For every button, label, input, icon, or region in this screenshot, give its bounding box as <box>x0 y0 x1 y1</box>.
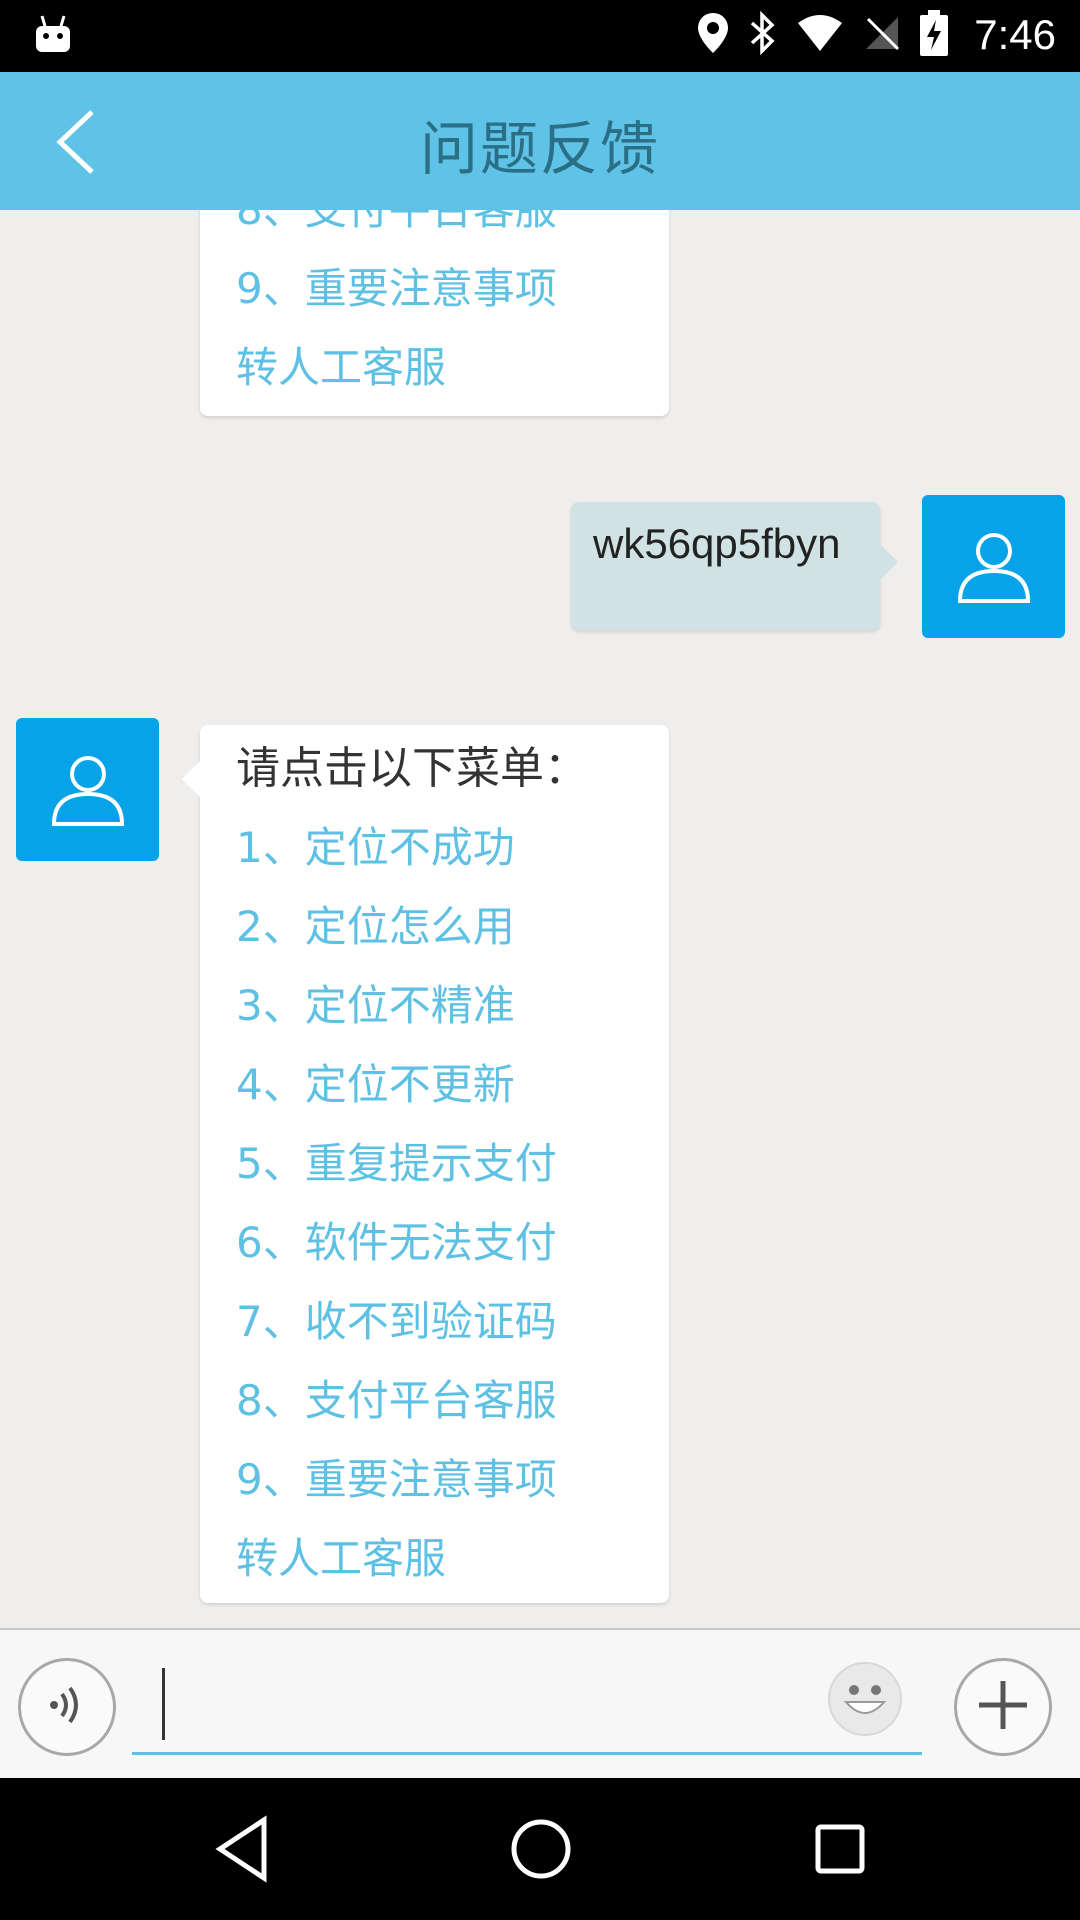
menu-item[interactable]: 8、支付平台客服 <box>200 210 669 249</box>
menu-item[interactable]: 2、定位怎么用 <box>200 887 669 966</box>
home-circle-icon <box>508 1819 574 1888</box>
battery-charging-icon <box>920 10 949 60</box>
back-triangle-icon <box>214 1815 270 1888</box>
menu-item[interactable]: 5、重复提示支付 <box>200 1124 669 1203</box>
bluetooth-icon <box>748 10 778 59</box>
outgoing-message-bubble: wk56qp5fbyn <box>571 502 898 630</box>
page-title: 问题反馈 <box>419 115 660 183</box>
system-nav-bar <box>0 1778 1080 1920</box>
menu-title: 请点击以下菜单： <box>236 743 588 794</box>
emoji-button[interactable] <box>828 1662 902 1736</box>
menu-item[interactable]: 1、定位不成功 <box>200 808 669 887</box>
user-icon <box>954 525 1034 609</box>
app-bar: 问题反馈 <box>0 72 1080 210</box>
nav-recents-button[interactable] <box>812 1814 868 1888</box>
menu-item[interactable]: 9、重要注意事项 <box>200 1440 669 1519</box>
bot-menu-partial: 8、支付平台客服 9、重要注意事项 转人工客服 <box>200 210 669 416</box>
chat-area[interactable]: 8、支付平台客服 9、重要注意事项 转人工客服 wk56qp5fbyn 请点击以… <box>0 210 1080 1628</box>
status-bar: 7:46 <box>0 0 1080 72</box>
bot-menu-bubble: 请点击以下菜单： 1、定位不成功 2、定位怎么用 3、定位不精准 4、定位不更新… <box>182 725 669 1603</box>
plus-button[interactable] <box>954 1658 1052 1756</box>
android-icon <box>34 14 72 58</box>
menu-item[interactable]: 3、定位不精准 <box>200 966 669 1045</box>
menu-item[interactable]: 6、软件无法支付 <box>200 1203 669 1282</box>
message-input[interactable] <box>168 1668 812 1742</box>
location-icon <box>696 11 730 59</box>
voice-icon <box>42 1680 92 1734</box>
outgoing-message-text: wk56qp5fbyn <box>593 520 841 567</box>
menu-item[interactable]: 7、收不到验证码 <box>200 1282 669 1361</box>
menu-item[interactable]: 9、重要注意事项 <box>200 249 669 328</box>
message-input-field[interactable] <box>132 1660 922 1755</box>
nav-home-button[interactable] <box>508 1814 574 1888</box>
recents-square-icon <box>812 1824 868 1888</box>
menu-item[interactable]: 转人工客服 <box>200 328 669 407</box>
smiley-icon <box>830 1685 900 1738</box>
no-sim-icon <box>862 13 902 57</box>
text-cursor <box>162 1668 165 1740</box>
menu-item[interactable]: 8、支付平台客服 <box>200 1361 669 1440</box>
input-bar <box>0 1628 1080 1780</box>
menu-item[interactable]: 4、定位不更新 <box>200 1045 669 1124</box>
status-clock: 7:46 <box>974 11 1056 58</box>
bot-avatar[interactable] <box>16 718 159 861</box>
voice-button[interactable] <box>18 1658 116 1756</box>
plus-icon <box>975 1677 1031 1737</box>
user-avatar[interactable] <box>922 495 1065 638</box>
nav-back-button[interactable] <box>214 1814 270 1888</box>
menu-item[interactable]: 转人工客服 <box>200 1519 669 1598</box>
wifi-icon <box>796 13 844 57</box>
user-icon <box>48 748 128 832</box>
